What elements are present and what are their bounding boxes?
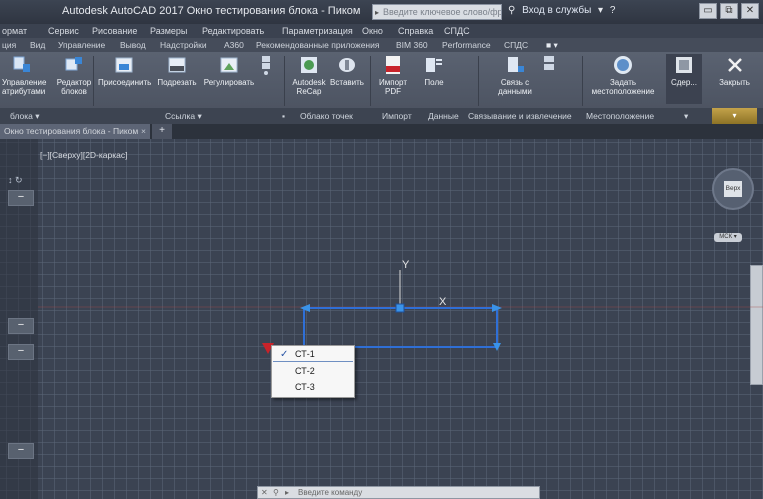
block-rectangle[interactable]: [303, 307, 498, 348]
autocad-window: Autodesk AutoCAD 2017 Окно тестирования …: [0, 0, 763, 499]
option-label: СТ-1: [295, 349, 315, 359]
command-search-icon[interactable]: ⚲: [273, 488, 279, 497]
command-prompt-icon: ▸: [285, 488, 290, 497]
option-label: СТ-3: [295, 382, 315, 392]
base-point-grip[interactable]: [395, 303, 405, 313]
option-label: СТ-2: [295, 366, 315, 376]
block-geometry: Y X: [38, 259, 763, 354]
lookup-dropdown: ✓ СТ-1 СТ-2 СТ-3: [271, 345, 355, 398]
lookup-option-ct3[interactable]: СТ-3: [273, 380, 353, 395]
lookup-option-ct1[interactable]: ✓ СТ-1: [273, 347, 353, 362]
command-input[interactable]: Введите команду: [298, 488, 362, 497]
lookup-option-ct2[interactable]: СТ-2: [273, 364, 353, 379]
command-close-icon[interactable]: ✕: [261, 488, 268, 497]
check-icon: ✓: [280, 349, 289, 360]
command-line[interactable]: ✕ ⚲ ▸ Введите команду: [257, 486, 540, 499]
x-axis-label: X: [439, 296, 447, 308]
y-axis-label: Y: [402, 259, 410, 271]
